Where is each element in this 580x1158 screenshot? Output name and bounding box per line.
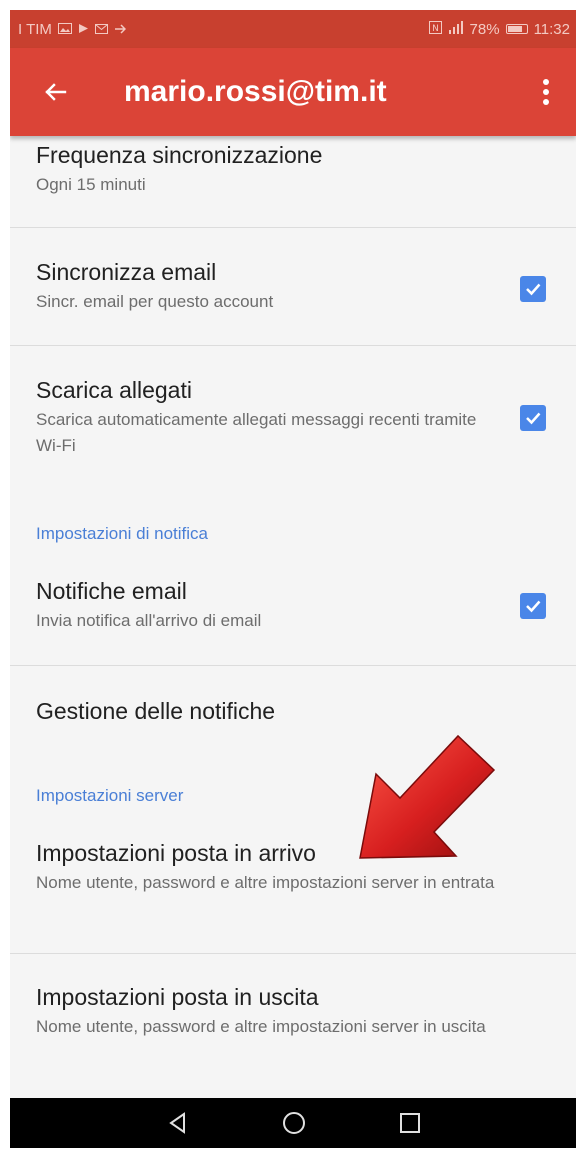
divider xyxy=(10,345,576,346)
arrow-left-icon xyxy=(45,83,67,101)
setting-subtitle: Sincr. email per questo account xyxy=(36,292,274,311)
setting-email-notifications[interactable]: Notifiche email Invia notifica all'arriv… xyxy=(10,576,576,634)
account-title: mario.rossi@tim.it xyxy=(124,75,387,108)
carrier-label: I TIM xyxy=(18,20,52,38)
cast-icon xyxy=(114,22,126,37)
setting-subtitle: Nome utente, password e altre impostazio… xyxy=(36,1017,486,1036)
check-icon xyxy=(526,283,541,296)
setting-sync-email[interactable]: Sincronizza email Sincr. email per quest… xyxy=(10,257,576,315)
setting-download-attachments[interactable]: Scarica allegati Scarica automaticamente… xyxy=(10,375,576,459)
mail-icon xyxy=(94,22,108,37)
status-bar-left: I TIM xyxy=(18,21,126,38)
battery-icon xyxy=(505,24,528,34)
navigation-bar xyxy=(10,1098,576,1148)
circle-home-icon xyxy=(283,1112,305,1134)
setting-title: Impostazioni posta in uscita xyxy=(36,984,319,1010)
email-notifications-checkbox[interactable] xyxy=(520,593,546,619)
setting-title: Frequenza sincronizzazione xyxy=(36,142,323,168)
divider xyxy=(10,227,576,228)
setting-subtitle: Ogni 15 minuti xyxy=(36,175,146,194)
battery-percent: 78% xyxy=(469,20,500,38)
more-options-button[interactable] xyxy=(526,68,566,116)
android-screen: I TIM N 78% 11:32 mario.rossi@tim.it Fre… xyxy=(10,10,576,1148)
square-recents-icon xyxy=(400,1113,420,1133)
clock: 11:32 xyxy=(533,20,570,38)
server-settings-header: Impostazioni server xyxy=(36,786,184,805)
more-vert-icon xyxy=(543,79,549,85)
nav-back-button[interactable] xyxy=(148,1098,208,1148)
status-bar-right: N 78% 11:32 xyxy=(428,20,570,38)
nfc-icon: N xyxy=(428,21,442,37)
setting-title: Notifiche email xyxy=(36,578,187,604)
gallery-icon xyxy=(57,22,72,37)
battery-fill xyxy=(507,26,522,32)
back-button[interactable] xyxy=(32,68,80,116)
triangle-back-icon xyxy=(169,1112,185,1134)
setting-title: Sincronizza email xyxy=(36,259,217,285)
svg-text:N: N xyxy=(432,24,439,34)
app-bar: mario.rossi@tim.it xyxy=(10,48,576,136)
signal-icon xyxy=(448,21,464,37)
divider xyxy=(10,665,576,666)
nav-recents-button[interactable] xyxy=(380,1098,440,1148)
setting-title: Scarica allegati xyxy=(36,377,192,403)
status-bar: I TIM N 78% 11:32 xyxy=(10,10,576,48)
setting-subtitle: Scarica automaticamente allegati messagg… xyxy=(36,410,477,455)
nav-home-button[interactable] xyxy=(264,1098,324,1148)
notification-settings-header: Impostazioni di notifica xyxy=(36,524,208,543)
setting-sync-frequency[interactable]: Frequenza sincronizzazione Ogni 15 minut… xyxy=(10,140,576,198)
divider xyxy=(10,953,576,954)
download-attachments-checkbox[interactable] xyxy=(520,405,546,431)
check-icon xyxy=(526,600,541,613)
setting-outgoing-server[interactable]: Impostazioni posta in uscita Nome utente… xyxy=(10,982,576,1040)
play-icon xyxy=(78,22,89,37)
settings-list: Frequenza sincronizzazione Ogni 15 minut… xyxy=(10,136,576,1098)
red-arrow-annotation-icon xyxy=(359,734,496,859)
setting-subtitle: Invia notifica all'arrivo di email xyxy=(36,611,262,630)
sync-email-checkbox[interactable] xyxy=(520,276,546,302)
check-icon xyxy=(526,412,541,425)
